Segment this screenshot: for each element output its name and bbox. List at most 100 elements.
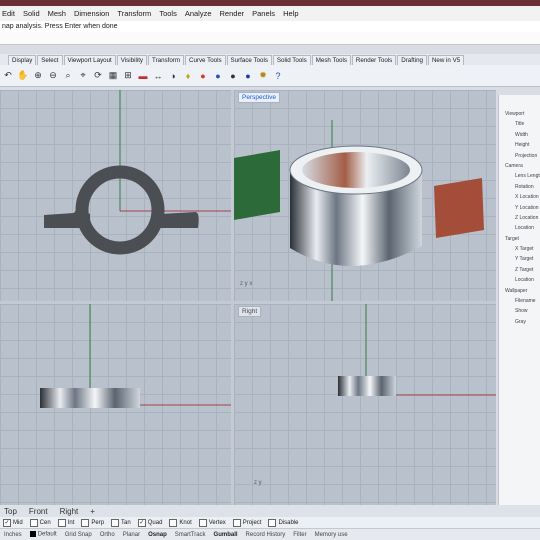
tab-curve-tools[interactable]: Curve Tools: [184, 55, 226, 65]
tab-viewport-layout[interactable]: Viewport Layout: [63, 55, 116, 65]
prop-z-location[interactable]: Z Location: [499, 213, 540, 223]
add-viewport-icon[interactable]: +: [90, 507, 95, 516]
zoom-window-icon[interactable]: ⌕: [62, 70, 74, 82]
status-layer[interactable]: Default: [29, 531, 57, 538]
menu-render[interactable]: Render: [220, 9, 245, 18]
checkbox-icon: [169, 518, 178, 527]
osnap-mid[interactable]: ✓ Mid: [3, 518, 23, 527]
menu-solid[interactable]: Solid: [23, 9, 40, 18]
perspective-canvas: z y x: [234, 120, 484, 301]
menu-help[interactable]: Help: [283, 9, 298, 18]
tab-front-view[interactable]: Front: [29, 507, 48, 516]
tab-select[interactable]: Select: [37, 55, 63, 65]
tab-right-view[interactable]: Right: [60, 507, 79, 516]
prop-target-location[interactable]: Location: [499, 275, 540, 285]
osnap-knot[interactable]: Knot: [169, 518, 192, 527]
prop-filename[interactable]: Filename: [499, 296, 540, 306]
sphere-dark-icon[interactable]: ●: [227, 70, 239, 82]
viewport-perspective[interactable]: z y x Perspective: [234, 90, 496, 301]
status-ortho[interactable]: Ortho: [100, 532, 115, 538]
prop-height[interactable]: Height: [499, 140, 540, 150]
status-osnap[interactable]: Osnap: [148, 532, 167, 538]
viewport-top[interactable]: [0, 90, 231, 301]
zoom-out-icon[interactable]: ⊖: [47, 70, 59, 82]
viewport-front[interactable]: [0, 304, 231, 505]
prop-location[interactable]: Location: [499, 223, 540, 233]
status-smarttrack[interactable]: SmartTrack: [175, 532, 206, 538]
viewport-right[interactable]: z y Right: [234, 304, 496, 505]
osnap-cen[interactable]: Cen: [29, 518, 51, 527]
prop-x-location[interactable]: X Location: [499, 192, 540, 202]
prop-width[interactable]: Width: [499, 130, 540, 140]
section-camera: Camera: [505, 162, 523, 169]
prop-rotation[interactable]: Rotation: [499, 182, 540, 192]
toolbar-tabs: Display Select Viewport Layout Visibilit…: [0, 54, 540, 65]
command-input[interactable]: [0, 32, 540, 45]
checkbox-checked-icon: ✓: [137, 518, 146, 527]
osnap-project[interactable]: Project: [232, 518, 261, 527]
prop-gray[interactable]: Gray: [499, 317, 540, 327]
osnap-tan[interactable]: Tan: [111, 518, 131, 527]
prop-y-location[interactable]: Y Location: [499, 203, 540, 213]
viewport-label-perspective[interactable]: Perspective: [238, 92, 280, 103]
checkbox-icon: [29, 518, 38, 527]
status-planar[interactable]: Planar: [123, 532, 140, 538]
prop-projection[interactable]: Projection: [499, 151, 540, 161]
tab-render-tools[interactable]: Render Tools: [351, 55, 397, 65]
shaded-icon[interactable]: ▬: [137, 70, 149, 82]
zoom-extents-icon[interactable]: ⌖: [77, 70, 89, 82]
prop-x-target[interactable]: X Target: [499, 244, 540, 254]
grid-icon[interactable]: ▦: [107, 70, 119, 82]
rendered-icon[interactable]: ◑: [167, 70, 179, 82]
menu-edit[interactable]: Edit: [2, 9, 15, 18]
tab-transform[interactable]: Transform: [148, 55, 184, 65]
prop-lens-length[interactable]: Lens Length: [499, 171, 540, 181]
menu-tools[interactable]: Tools: [159, 9, 177, 18]
tab-solid-tools[interactable]: Solid Tools: [272, 55, 311, 65]
osnap-perp[interactable]: Perp: [81, 518, 104, 527]
tab-new-in-v5[interactable]: New in V5: [427, 55, 465, 65]
menu-analyze[interactable]: Analyze: [185, 9, 212, 18]
prop-show[interactable]: Show: [499, 306, 540, 316]
settings-icon[interactable]: ✹: [257, 70, 269, 82]
checkbox-icon: [57, 518, 66, 527]
menu-dimension[interactable]: Dimension: [74, 9, 109, 18]
osnap-int[interactable]: Int: [57, 518, 74, 527]
tab-top-view[interactable]: Top: [4, 507, 17, 516]
light-bulb-icon[interactable]: ♦: [182, 70, 194, 82]
status-gumball[interactable]: Gumball: [214, 532, 238, 538]
part-right-view: [338, 376, 396, 396]
status-filter[interactable]: Filter: [293, 532, 306, 538]
menu-mesh[interactable]: Mesh: [48, 9, 66, 18]
viewport-label-right[interactable]: Right: [238, 306, 262, 317]
tab-surface-tools[interactable]: Surface Tools: [226, 55, 272, 65]
prop-z-target[interactable]: Z Target: [499, 265, 540, 275]
status-grid-snap[interactable]: Grid Snap: [65, 532, 92, 538]
status-record-history[interactable]: Record History: [246, 532, 286, 538]
prop-title[interactable]: Title: [499, 119, 540, 129]
panel-tabs[interactable]: [499, 95, 540, 109]
sphere-blue-icon[interactable]: ●: [242, 70, 254, 82]
4-view-icon[interactable]: ⊞: [122, 70, 134, 82]
rotate-view-icon[interactable]: ⟳: [92, 70, 104, 82]
help-icon[interactable]: ?: [272, 70, 284, 82]
menu-panels[interactable]: Panels: [252, 9, 275, 18]
axis-gizmo: z y x: [240, 281, 252, 287]
sphere-icon[interactable]: ●: [212, 70, 224, 82]
undo-icon[interactable]: ↶: [2, 70, 14, 82]
prop-y-target[interactable]: Y Target: [499, 254, 540, 264]
osnap-vertex[interactable]: Vertex: [198, 518, 226, 527]
menu-transform[interactable]: Transform: [117, 9, 151, 18]
osnap-quad[interactable]: ✓ Quad: [137, 518, 162, 527]
perspective-left-tab: [234, 150, 280, 220]
zoom-in-icon[interactable]: ⊕: [32, 70, 44, 82]
tab-display[interactable]: Display: [8, 55, 37, 65]
tab-drafting[interactable]: Drafting: [397, 55, 427, 65]
tab-visibility[interactable]: Visibility: [116, 55, 148, 65]
dimension-icon[interactable]: ↔: [152, 70, 164, 82]
osnap-bar: ✓ Mid Cen Int Perp Tan ✓ Quad Knot Vertex …: [0, 517, 540, 528]
tab-mesh-tools[interactable]: Mesh Tools: [311, 55, 351, 65]
osnap-disable[interactable]: Disable: [268, 518, 298, 527]
pan-icon[interactable]: ✋: [17, 70, 29, 82]
material-ball-icon[interactable]: ●: [197, 70, 209, 82]
